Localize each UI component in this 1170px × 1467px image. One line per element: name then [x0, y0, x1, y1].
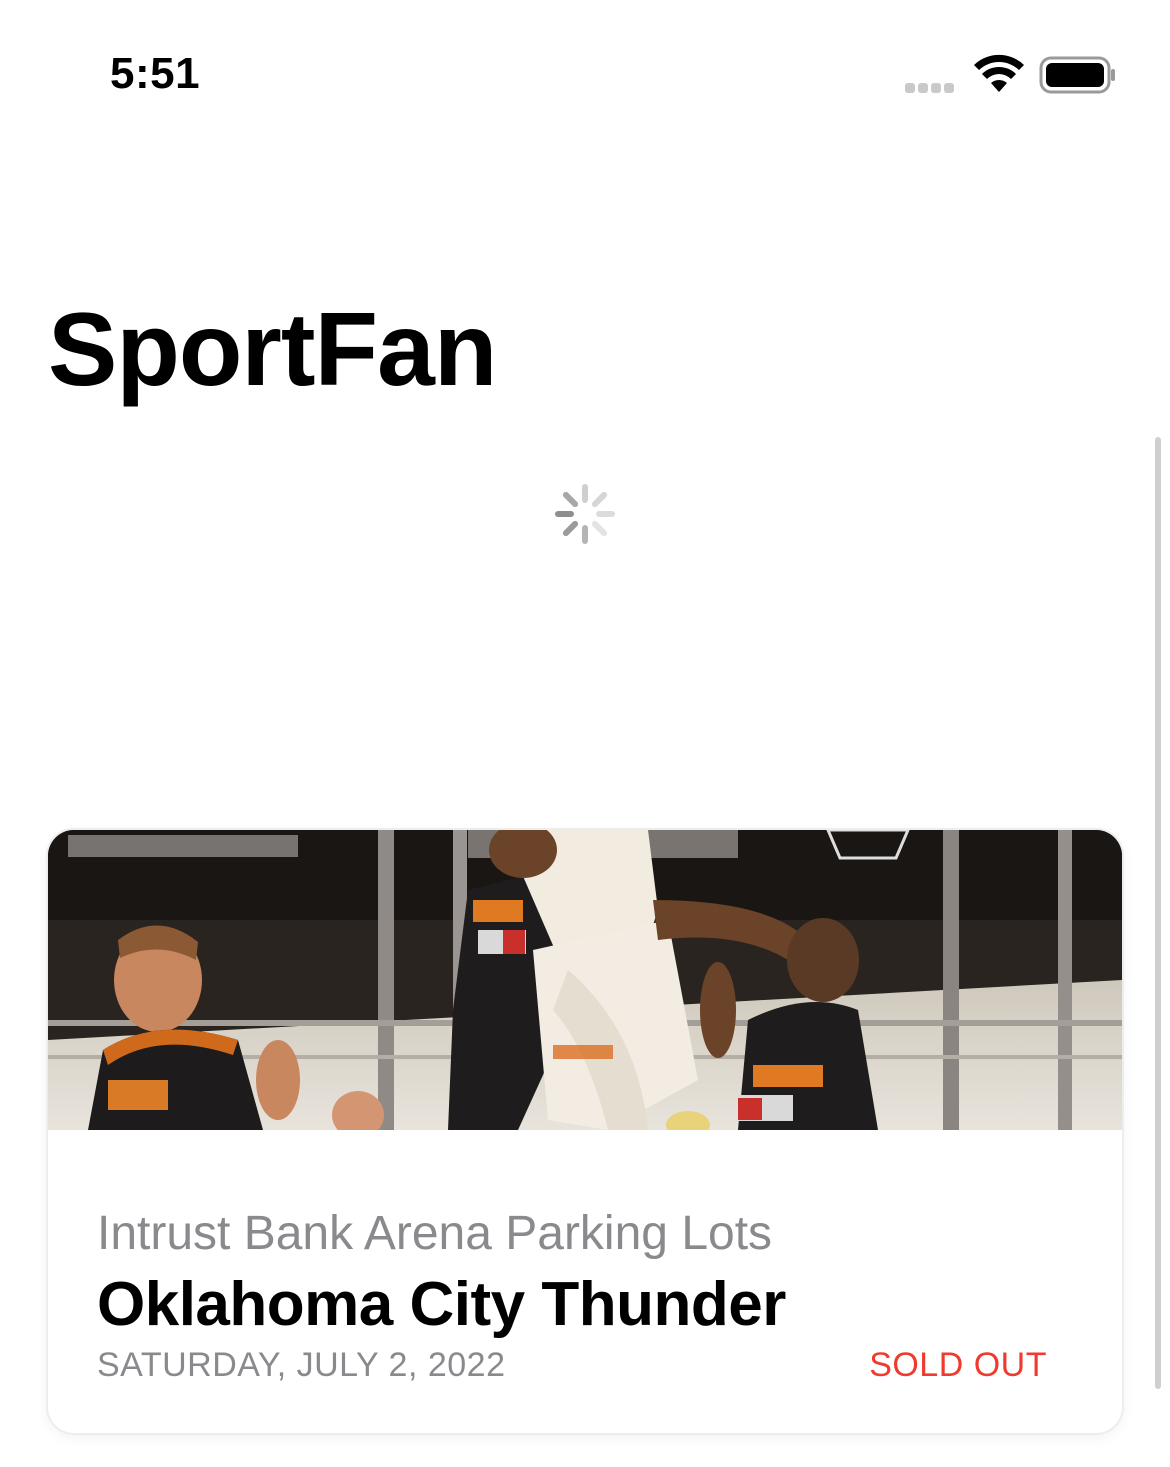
- status-bar-time: 5:51: [110, 49, 201, 98]
- event-details: Intrust Bank Arena Parking Lots Oklahoma…: [48, 1130, 1122, 1433]
- event-image: [48, 830, 1122, 1130]
- event-venue: Intrust Bank Arena Parking Lots: [97, 1207, 773, 1260]
- signal-dots-icon: [905, 80, 961, 93]
- spinner-icon: [555, 484, 615, 544]
- page-title: SportFan: [48, 292, 497, 408]
- event-team: Oklahoma City Thunder: [97, 1270, 786, 1339]
- event-date: SATURDAY, JULY 2, 2022: [97, 1346, 506, 1384]
- event-card[interactable]: Intrust Bank Arena Parking Lots Oklahoma…: [48, 830, 1122, 1433]
- screen: 5:51 SportFan Intrust Bank Arena Parking…: [0, 0, 1170, 1467]
- battery-icon: [1039, 56, 1115, 94]
- wifi-icon: [974, 54, 1024, 92]
- scrollbar[interactable]: [1155, 437, 1161, 1389]
- event-status-badge: SOLD OUT: [869, 1346, 1047, 1384]
